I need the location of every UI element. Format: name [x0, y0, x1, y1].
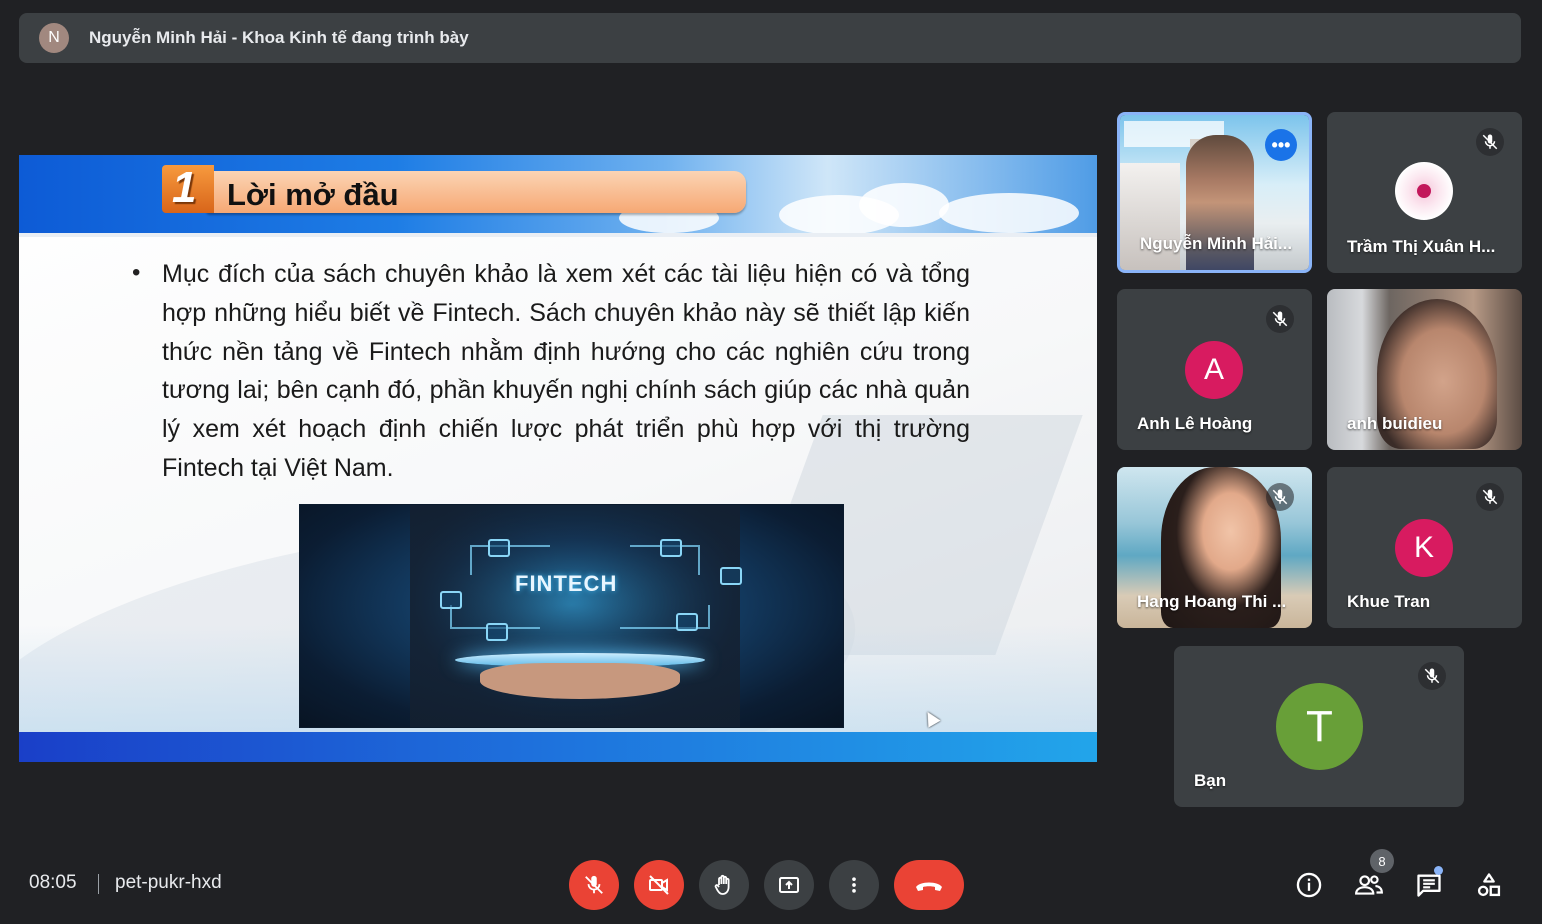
chat-notification-dot — [1434, 866, 1443, 875]
slide-number: 1 — [172, 163, 197, 212]
raise-hand-button[interactable] — [699, 860, 749, 910]
camera-off-icon — [649, 875, 669, 895]
participant-tile[interactable]: K Khue Tran — [1327, 467, 1522, 628]
presenter-avatar: N — [39, 23, 69, 53]
participant-name: Trầm Thị Xuân H... — [1347, 237, 1496, 256]
camera-toggle-button[interactable] — [634, 860, 684, 910]
more-vert-icon — [852, 877, 856, 893]
participant-tile[interactable]: Trầm Thị Xuân H... — [1327, 112, 1522, 273]
bullet-marker: • — [132, 259, 141, 286]
participant-letter-avatar: A — [1185, 341, 1243, 399]
people-count-badge: 8 — [1370, 849, 1394, 873]
meeting-code: pet-pukr-hxd — [115, 872, 222, 893]
participant-name: Hang Hoang Thi ... — [1137, 592, 1287, 611]
mic-off-icon — [1266, 305, 1294, 333]
activities-button[interactable] — [1472, 868, 1506, 902]
participant-name: Bạn — [1194, 771, 1227, 790]
info-icon — [1296, 872, 1322, 898]
fintech-image-label: FINTECH — [515, 571, 618, 596]
more-options-button[interactable] — [829, 860, 879, 910]
mic-off-icon — [585, 875, 603, 894]
meeting-details-button[interactable] — [1292, 868, 1326, 902]
participant-letter-avatar: K — [1395, 519, 1453, 577]
mic-off-icon — [1476, 128, 1504, 156]
participant-name: Nguyễn Minh Hải... — [1140, 234, 1293, 253]
hand-shape — [480, 663, 680, 699]
presenter-banner: N Nguyễn Minh Hải - Khoa Kinh tế đang tr… — [19, 13, 1521, 63]
participant-letter-avatar: T — [1276, 683, 1363, 770]
participant-name: anh buidieu — [1347, 414, 1443, 433]
participant-name: Khue Tran — [1347, 592, 1431, 611]
meeting-clock: 08:05 — [29, 872, 77, 893]
mic-off-icon — [1476, 483, 1504, 511]
chat-icon — [1417, 874, 1441, 897]
slide-header-line — [19, 233, 1097, 237]
present-screen-icon — [779, 877, 799, 893]
more-options-icon[interactable]: ••• — [1265, 129, 1297, 161]
slide-body-text: Mục đích của sách chuyên khảo là xem xét… — [162, 260, 970, 482]
people-button[interactable] — [1352, 868, 1386, 902]
raise-hand-icon — [714, 874, 730, 895]
activities-icon — [1477, 873, 1501, 897]
participant-tile[interactable]: A Anh Lê Hoàng — [1117, 289, 1312, 450]
people-icon — [1355, 875, 1383, 895]
slide-footer-bar — [19, 732, 1097, 762]
mic-off-icon — [1266, 483, 1294, 511]
toolbar-separator — [98, 874, 99, 894]
participant-name: Anh Lê Hoàng — [1137, 414, 1253, 433]
mic-toggle-button[interactable] — [569, 860, 619, 910]
participant-tile[interactable]: Hang Hoang Thi ... — [1117, 467, 1312, 628]
fintech-image: FINTECH — [299, 504, 844, 728]
shared-slide: 1 Lời mở đầu • Mục đích của sách chuyên … — [19, 155, 1097, 762]
participant-tile[interactable]: ••• Nguyễn Minh Hải... — [1117, 112, 1312, 273]
participant-photo-avatar — [1395, 162, 1453, 220]
slide-title: 1 Lời mở đầu — [162, 163, 747, 215]
presenter-banner-text: Nguyễn Minh Hải - Khoa Kinh tế đang trìn… — [89, 28, 469, 47]
leave-call-button[interactable] — [894, 860, 964, 910]
self-tile[interactable]: T Bạn — [1174, 646, 1464, 807]
hang-up-icon — [916, 882, 942, 891]
mic-off-icon — [1418, 662, 1446, 690]
participant-tile[interactable]: anh buidieu — [1327, 289, 1522, 450]
present-screen-button[interactable] — [764, 860, 814, 910]
slide-title-text: Lời mở đầu — [227, 177, 399, 212]
